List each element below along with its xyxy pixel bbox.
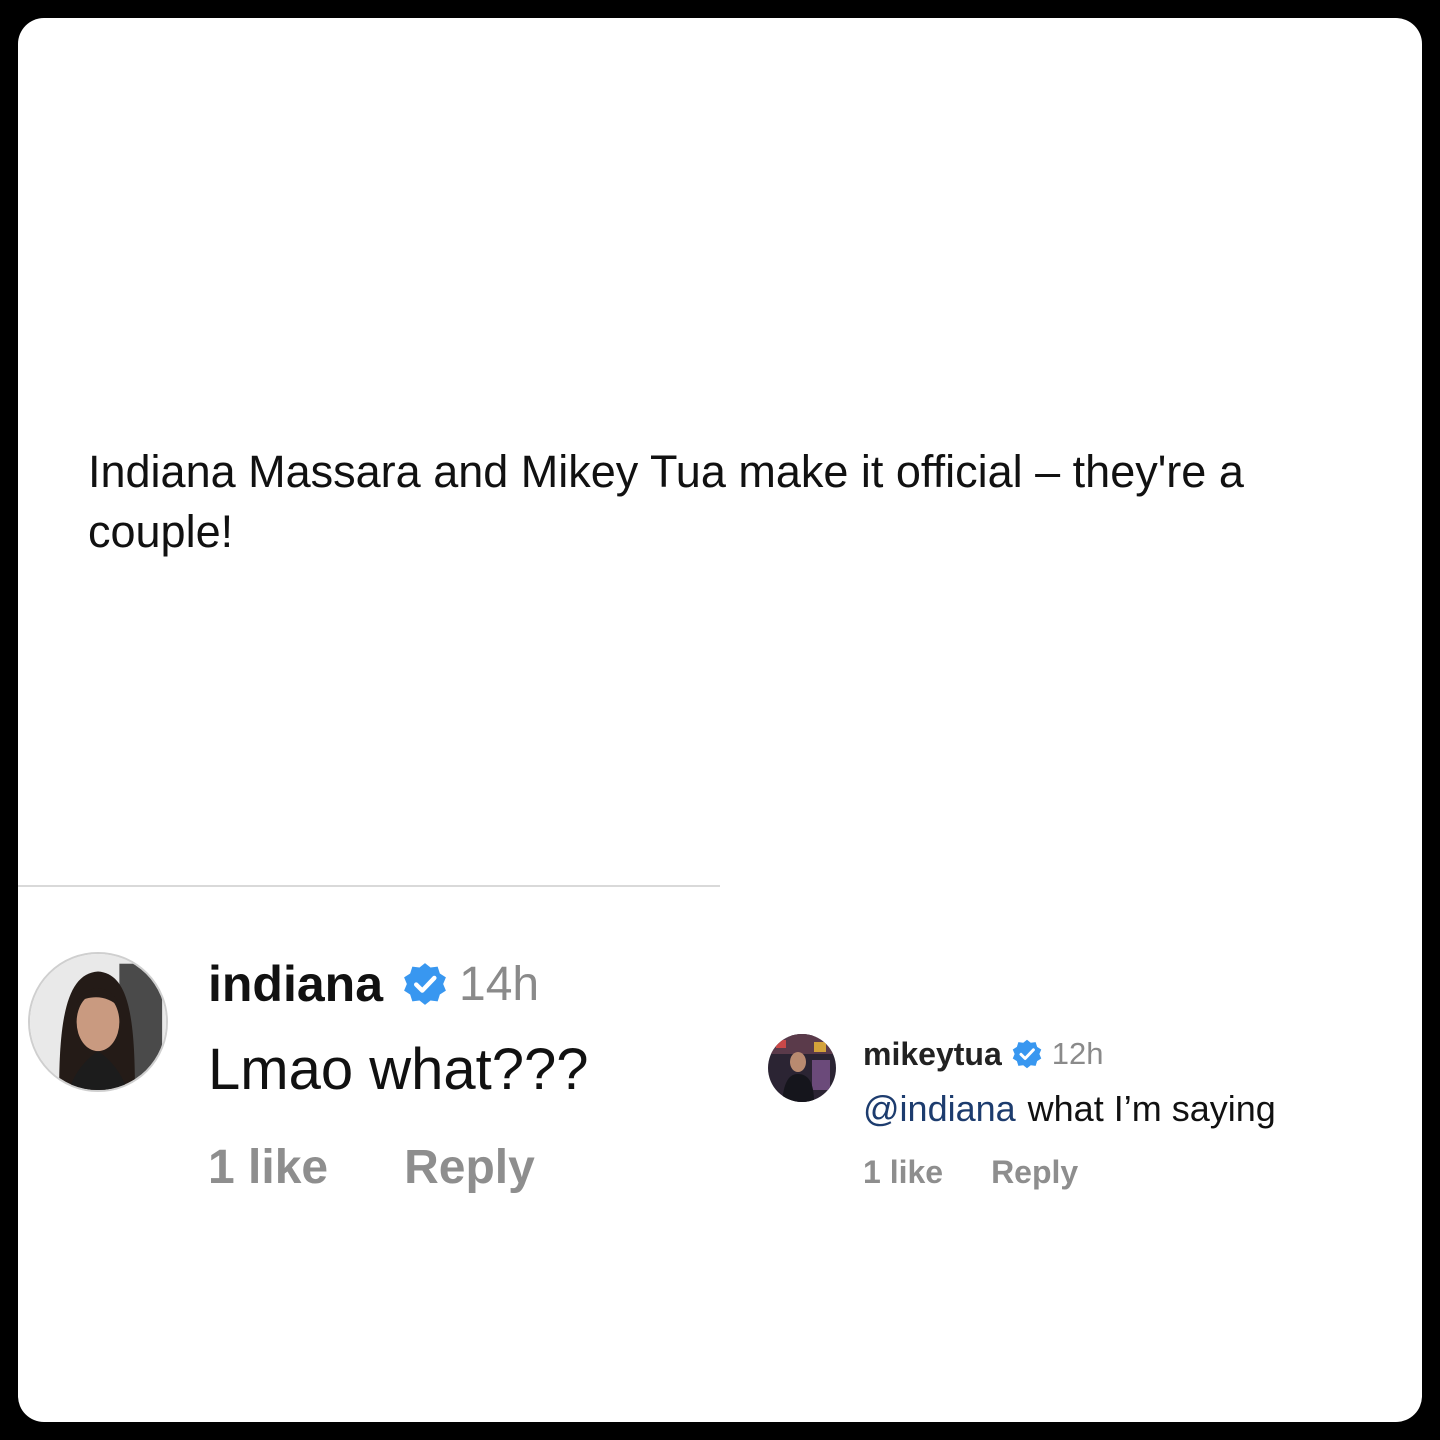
comment-body-mikeytua: what I’m saying (1027, 1088, 1276, 1129)
comment-timestamp: 14h (459, 957, 540, 1011)
username-indiana[interactable]: indiana (208, 955, 383, 1013)
reply-button[interactable]: Reply (991, 1154, 1078, 1191)
comment-text: Lmao what??? (208, 1036, 588, 1103)
comment-header-mikeytua: mikeytua 12h (863, 1034, 1103, 1074)
comment-actions-mikeytua: 1 like Reply (863, 1154, 1078, 1191)
like-count[interactable]: 1 like (863, 1154, 943, 1191)
username-mikeytua[interactable]: mikeytua (863, 1036, 1002, 1073)
verified-badge-icon (1012, 1039, 1041, 1069)
avatar-mikeytua[interactable] (768, 1034, 836, 1102)
avatar-indiana[interactable] (28, 952, 168, 1092)
post-card: Indiana Massara and Mikey Tua make it of… (18, 18, 1422, 1422)
comment-actions-indiana: 1 like Reply (208, 1140, 535, 1195)
comment-text: @indiana what I’m saying (863, 1088, 1276, 1130)
comment-header-indiana: indiana 14h (208, 954, 539, 1014)
comment-body-indiana: Lmao what??? (208, 1037, 589, 1102)
divider (18, 885, 720, 887)
post-headline: Indiana Massara and Mikey Tua make it of… (88, 446, 1244, 557)
mention-link[interactable]: @indiana (863, 1088, 1016, 1130)
reply-button[interactable]: Reply (404, 1140, 535, 1195)
comment-timestamp: 12h (1051, 1036, 1104, 1071)
verified-badge-icon (404, 963, 446, 1005)
like-count[interactable]: 1 like (208, 1140, 328, 1195)
